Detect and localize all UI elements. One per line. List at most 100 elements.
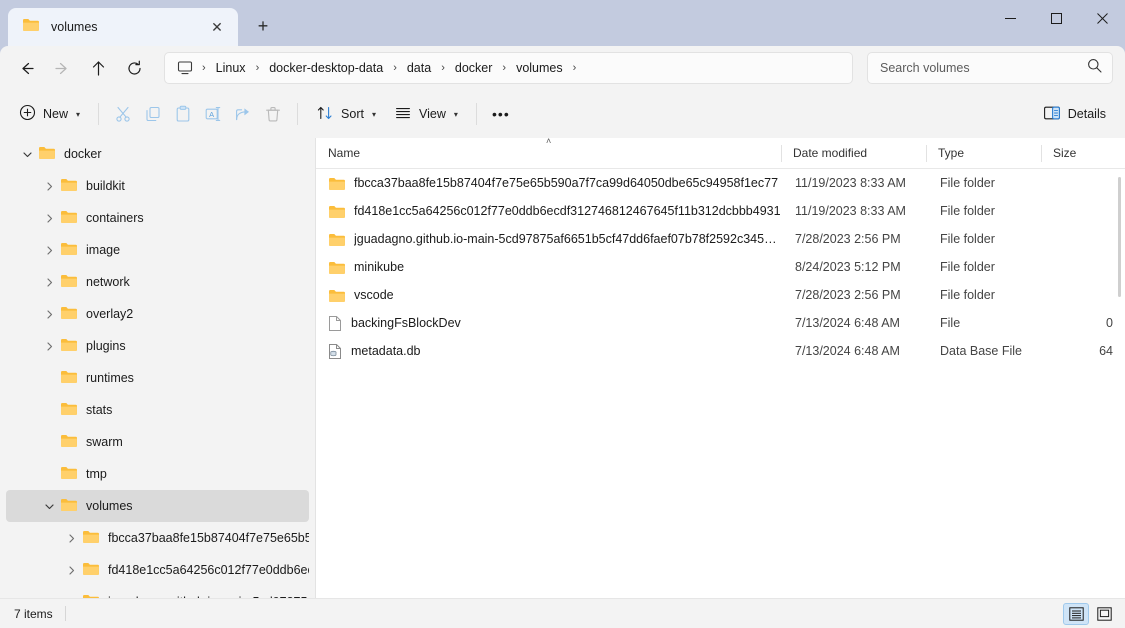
view-button[interactable]: View ▾	[385, 98, 467, 130]
maximize-button[interactable]	[1033, 2, 1079, 34]
table-row[interactable]: backingFsBlockDev 7/13/2024 6:48 AM File 0	[318, 309, 1123, 337]
close-tab-icon[interactable]: ✕	[204, 14, 230, 40]
this-pc-icon[interactable]	[173, 61, 199, 75]
file-list-scroll-thumb[interactable]	[1118, 177, 1121, 297]
breadcrumb-item-linux[interactable]: Linux	[209, 58, 253, 78]
cut-button[interactable]	[108, 98, 138, 130]
breadcrumb-item-volumes[interactable]: volumes	[509, 58, 570, 78]
up-arrow-icon[interactable]	[80, 52, 116, 84]
table-row[interactable]: fbcca37baa8fe15b87404f7e75e65b590a7f7ca9…	[318, 169, 1123, 197]
chevron-right-icon[interactable]	[60, 559, 82, 581]
column-header-name[interactable]: Name ˄	[316, 138, 781, 169]
view-lines-icon	[394, 104, 412, 125]
delete-button[interactable]	[258, 98, 288, 130]
cell-type: Data Base File	[940, 344, 1022, 358]
sidebar-item-volumes[interactable]: volumes	[6, 490, 309, 522]
copy-button[interactable]	[138, 98, 168, 130]
search-input[interactable]	[880, 61, 1087, 75]
explorer-panel: › Linux › docker-desktop-data › data › d…	[0, 46, 1125, 628]
folder-icon	[60, 433, 77, 451]
breadcrumb-item-docker-desktop-data[interactable]: docker-desktop-data	[262, 58, 390, 78]
share-button[interactable]	[228, 98, 258, 130]
file-name: backingFsBlockDev	[351, 316, 461, 330]
chevron-right-icon[interactable]	[38, 239, 60, 261]
new-tab-button[interactable]: +	[246, 9, 280, 43]
chevron-right-icon[interactable]	[38, 303, 60, 325]
folder-icon	[328, 260, 345, 275]
column-header-size[interactable]: Size	[1041, 138, 1111, 169]
search-box[interactable]	[867, 52, 1113, 84]
tab-volumes[interactable]: volumes ✕	[8, 8, 238, 46]
forward-arrow-icon[interactable]	[44, 52, 80, 84]
sidebar-item-buildkit[interactable]: buildkit	[6, 170, 309, 202]
chevron-right-icon[interactable]	[38, 207, 60, 229]
breadcrumb-item-data[interactable]: data	[400, 58, 438, 78]
plus-circle-icon	[19, 104, 36, 124]
nav-pane-scrollbar[interactable]	[300, 138, 312, 628]
cell-date-modified: 8/24/2023 5:12 PM	[795, 260, 901, 274]
database-file-icon	[328, 343, 342, 360]
new-button[interactable]: New ▾	[10, 98, 89, 130]
sidebar-item-stats[interactable]: stats	[6, 394, 309, 426]
chevron-down-icon[interactable]	[38, 495, 60, 517]
file-name: fbcca37baa8fe15b87404f7e75e65b590a7f7ca9…	[354, 176, 779, 190]
sidebar-item-runtimes[interactable]: runtimes	[6, 362, 309, 394]
sidebar-item-overlay2[interactable]: overlay2	[6, 298, 309, 330]
see-more-button[interactable]: •••	[486, 98, 516, 130]
details-pane-button[interactable]: Details	[1034, 98, 1115, 130]
search-icon[interactable]	[1087, 58, 1102, 78]
close-window-button[interactable]	[1079, 2, 1125, 34]
file-list-pane[interactable]: Name ˄ Date modified Type Size fbcca37ba…	[316, 138, 1125, 628]
folder-icon	[60, 273, 77, 291]
chevron-right-icon[interactable]	[38, 335, 60, 357]
window-controls	[987, 2, 1125, 46]
chevron-down-icon[interactable]	[16, 143, 38, 165]
status-bar: 7 items	[0, 598, 1125, 628]
sidebar-item-fd418e1cc5a64256c012f77e[interactable]: fd418e1cc5a64256c012f77e0ddb6ecdf3127468…	[6, 554, 309, 586]
chevron-right-icon[interactable]	[60, 527, 82, 549]
column-header-date-modified[interactable]: Date modified	[781, 138, 926, 169]
sidebar-item-network[interactable]: network	[6, 266, 309, 298]
details-view-icon[interactable]	[1063, 602, 1089, 625]
sidebar-item-swarm[interactable]: swarm	[6, 426, 309, 458]
large-icons-view-icon[interactable]	[1091, 603, 1117, 625]
sidebar-item-containers[interactable]: containers	[6, 202, 309, 234]
minimize-button[interactable]	[987, 2, 1033, 34]
column-header-type[interactable]: Type	[926, 138, 1041, 169]
table-row[interactable]: metadata.db 7/13/2024 6:48 AM Data Base Fi…	[318, 337, 1123, 365]
table-row[interactable]: vscode 7/28/2023 2:56 PM File folder	[318, 281, 1123, 309]
breadcrumb[interactable]: › Linux › docker-desktop-data › data › d…	[164, 52, 853, 84]
breadcrumb-item-docker[interactable]: docker	[448, 58, 500, 78]
details-pane-label: Details	[1067, 107, 1106, 121]
toolbar-divider	[98, 103, 100, 125]
toolbar-divider	[297, 103, 299, 125]
navigation-pane[interactable]: docker buildkit containers image network over…	[0, 138, 315, 628]
breadcrumb-separator: ›	[255, 62, 260, 74]
table-row[interactable]: jguadagno.github.io-main-5cd97875af6651b…	[318, 225, 1123, 253]
cell-name: fd418e1cc5a64256c012f77e0ddb6ecdf3127468…	[318, 204, 783, 219]
cell-name: backingFsBlockDev	[318, 315, 783, 332]
back-arrow-icon[interactable]	[8, 52, 44, 84]
sidebar-item-plugins[interactable]: plugins	[6, 330, 309, 362]
breadcrumb-separator: ›	[441, 62, 445, 74]
refresh-icon[interactable]	[116, 52, 152, 84]
paste-button[interactable]	[168, 98, 198, 130]
rename-button[interactable]: A	[198, 98, 228, 130]
sidebar-item-tmp[interactable]: tmp	[6, 458, 309, 490]
file-list-vertical-scrollbar[interactable]	[1114, 169, 1124, 309]
chevron-right-icon[interactable]	[38, 271, 60, 293]
chevron-down-icon: ▾	[453, 109, 458, 119]
file-name: fd418e1cc5a64256c012f77e0ddb6ecdf3127468…	[354, 204, 781, 218]
cell-date-modified: 11/19/2023 8:33 AM	[795, 204, 906, 218]
table-row[interactable]: minikube 8/24/2023 5:12 PM File folder	[318, 253, 1123, 281]
sidebar-item-image[interactable]: image	[6, 234, 309, 266]
table-row[interactable]: fd418e1cc5a64256c012f77e0ddb6ecdf3127468…	[318, 197, 1123, 225]
chevron-right-icon[interactable]	[38, 175, 60, 197]
sidebar-item-fbcca37baa8fe15b87404f7e[interactable]: fbcca37baa8fe15b87404f7e75e65b590a7f7ca9…	[6, 522, 309, 554]
folder-icon	[328, 288, 345, 303]
view-button-label: View	[418, 107, 446, 121]
sidebar-item-docker[interactable]: docker	[6, 138, 309, 170]
sort-button[interactable]: Sort ▾	[307, 98, 385, 130]
cell-date-modified: 7/13/2024 6:48 AM	[795, 316, 900, 330]
command-bar: New ▾ A Sort ▾ View ▾ ••• Details	[0, 90, 1125, 138]
